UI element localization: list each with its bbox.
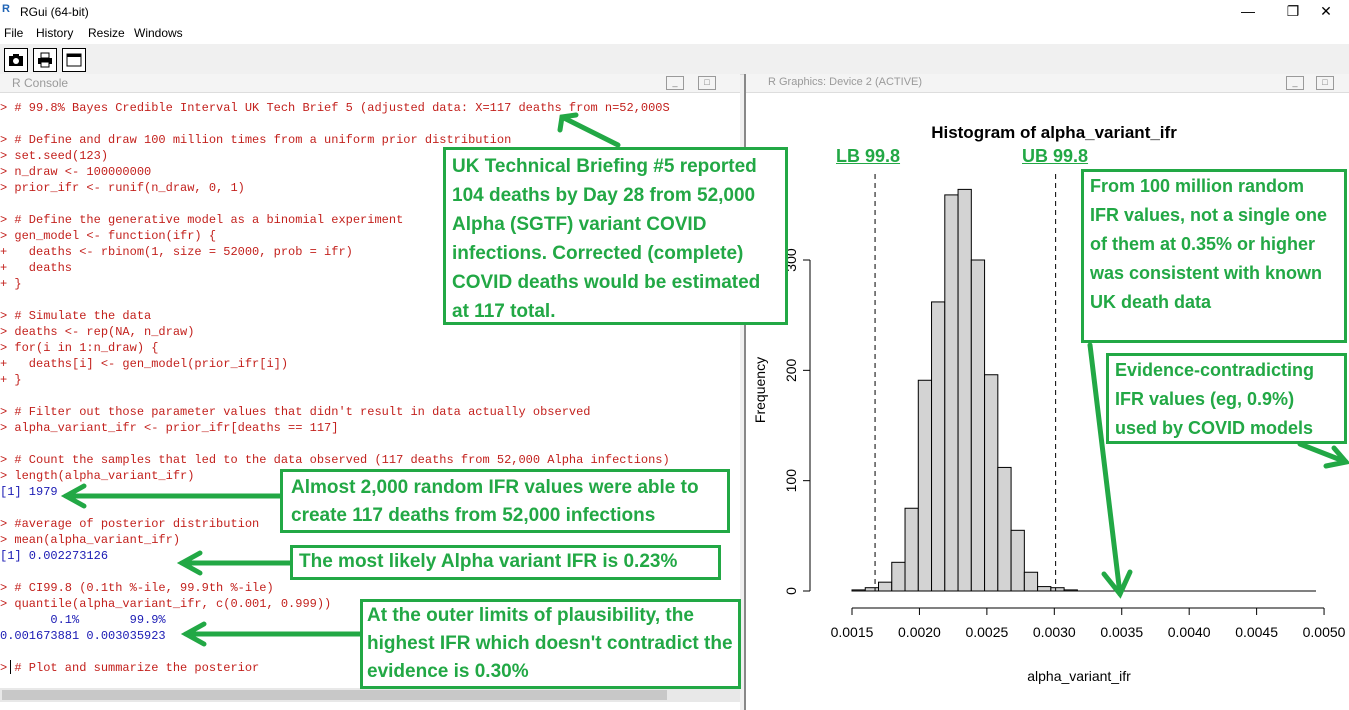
histogram-bar <box>878 581 893 592</box>
console-minimize-button[interactable]: _ <box>666 76 684 90</box>
annotation-mean: The most likely Alpha variant IFR is 0.2… <box>290 545 721 580</box>
histogram-bar <box>851 589 866 592</box>
console-line: + } <box>0 373 22 387</box>
menu-resize[interactable]: Resize <box>88 26 125 40</box>
chart-title: Histogram of alpha_variant_ifr <box>931 123 1177 142</box>
console-line: > # CI99.8 (0.1th %-ile, 99.9th %-ile) <box>0 581 274 595</box>
app-title: RGui (64-bit) <box>20 5 89 19</box>
menu-file[interactable]: File <box>4 26 23 40</box>
console-line: > for(i in 1:n_draw) { <box>0 341 159 355</box>
text-cursor <box>10 660 11 674</box>
console-line: > # Count the samples that led to the da… <box>0 453 670 467</box>
histogram-bar <box>1037 586 1052 592</box>
histogram-bar <box>997 466 1012 592</box>
console-maximize-button[interactable]: □ <box>698 76 716 90</box>
graphics-maximize-button[interactable]: □ <box>1316 76 1334 90</box>
x-tick-label: 0.0040 <box>1168 624 1211 640</box>
console-line: > deaths <- rep(NA, n_draw) <box>0 325 195 339</box>
y-axis-label: Frequency <box>752 357 768 423</box>
y-tick-label: 100 <box>783 469 799 493</box>
print-icon[interactable] <box>33 48 57 72</box>
annotation-random: From 100 million random IFR values, not … <box>1081 169 1347 343</box>
histogram-bar <box>970 259 986 592</box>
x-tick-label: 0.0035 <box>1100 624 1143 640</box>
annotation-count: Almost 2,000 random IFR values were able… <box>280 469 730 533</box>
x-tick-label: 0.0015 <box>831 624 874 640</box>
title-bar: R RGui (64-bit) — ❐ ✕ <box>0 0 1349 24</box>
menu-windows[interactable]: Windows <box>134 26 183 40</box>
histogram-bar <box>984 374 999 592</box>
histogram-bar <box>944 194 959 592</box>
console-line: > # 99.8% Bayes Credible Interval UK Tec… <box>0 101 670 115</box>
histogram-bar <box>1023 571 1039 592</box>
x-tick-label: 0.0030 <box>1033 624 1076 640</box>
x-tick-label: 0.0020 <box>898 624 941 640</box>
y-tick-label: 200 <box>783 358 799 382</box>
camera-icon[interactable] <box>4 48 28 72</box>
minimize-button[interactable]: — <box>1225 0 1271 24</box>
console-line: > # Filter out those parameter values th… <box>0 405 591 419</box>
x-tick-label: 0.0025 <box>965 624 1008 640</box>
menu-history[interactable]: History <box>36 26 73 40</box>
y-tick-label: 0 <box>783 587 799 595</box>
histogram-bar <box>891 561 906 592</box>
histogram-bar <box>1010 529 1025 592</box>
r-logo-icon: R <box>2 3 10 15</box>
x-tick-label: 0.0050 <box>1303 624 1346 640</box>
toolbar <box>0 44 1349 75</box>
histogram-bar <box>957 188 972 592</box>
window-icon[interactable] <box>62 48 86 72</box>
lb-label: LB 99.8 <box>836 146 901 166</box>
graphics-title-bar: R Graphics: Device 2 (ACTIVE) _ □ <box>746 74 1349 93</box>
annotation-brief: UK Technical Briefing #5 reported 104 de… <box>443 147 788 325</box>
histogram-bar <box>931 301 946 592</box>
graphics-title: R Graphics: Device 2 (ACTIVE) <box>768 76 923 88</box>
console-line: > # Define and draw 100 million times fr… <box>0 133 512 147</box>
x-axis-label: alpha_variant_ifr <box>1027 668 1131 684</box>
console-horizontal-scrollbar[interactable] <box>0 688 740 702</box>
x-tick-label: 0.0045 <box>1235 624 1278 640</box>
close-button[interactable]: ✕ <box>1303 0 1349 24</box>
histogram-bar <box>917 379 933 592</box>
graphics-minimize-button[interactable]: _ <box>1286 76 1304 90</box>
console-line: + deaths[i] <- gen_model(prior_ifr[i]) <box>0 357 289 371</box>
menu-bar: File History Resize Windows <box>0 24 1349 44</box>
annotation-contradict: Evidence-contradicting IFR values (eg, 0… <box>1106 353 1347 444</box>
console-line: > alpha_variant_ifr <- prior_ifr[deaths … <box>0 421 339 435</box>
histogram-bar <box>904 507 919 592</box>
console-title: R Console <box>12 76 69 90</box>
annotation-ci: At the outer limits of plausibility, the… <box>360 599 741 689</box>
ub-label: UB 99.8 <box>1022 146 1089 166</box>
console-title-bar: R Console _ □ <box>0 74 740 93</box>
